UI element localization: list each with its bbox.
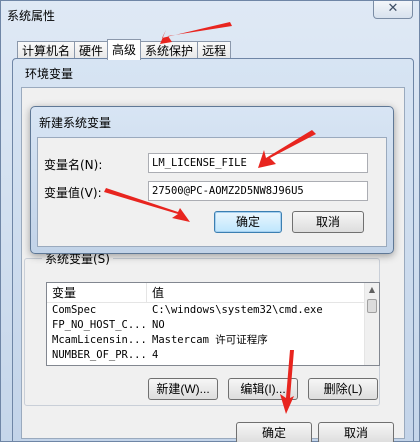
- row-name: FP_NO_HOST_C...: [52, 319, 147, 331]
- scroll-thumb[interactable]: [367, 299, 377, 313]
- new-variable-button[interactable]: 新建(W)...: [148, 378, 218, 400]
- system-properties-title: 系统属性: [7, 9, 56, 23]
- row-value: C:\windows\system32\cmd.exe: [152, 304, 323, 316]
- table-row[interactable]: FP_NO_HOST_C... NO: [47, 318, 379, 333]
- new-var-cancel-button[interactable]: 取消: [292, 211, 364, 233]
- system-variables-list[interactable]: 变量 值 ComSpec C:\windows\system32\cmd.exe…: [46, 282, 380, 366]
- table-row[interactable]: NUMBER_OF_PR... 4: [47, 348, 379, 363]
- row-name: NUMBER_OF_PR...: [52, 349, 147, 361]
- column-header-variable[interactable]: 变量: [47, 283, 147, 302]
- vertical-scrollbar[interactable]: ▲: [364, 283, 379, 365]
- close-button[interactable]: ✕: [373, 1, 413, 19]
- variable-name-input[interactable]: LM_LICENSE_FILE: [148, 153, 368, 173]
- row-value: NO: [152, 319, 165, 331]
- edit-variable-button[interactable]: 编辑(I)...: [228, 378, 298, 400]
- row-name: McamLicensin...: [52, 334, 147, 346]
- table-row[interactable]: ComSpec C:\windows\system32\cmd.exe: [47, 303, 379, 318]
- row-value: Mastercam 许可证程序: [152, 334, 268, 346]
- delete-variable-button[interactable]: 删除(L): [308, 378, 378, 400]
- tab-advanced[interactable]: 高级: [107, 39, 142, 60]
- variable-value-label: 变量值(V):: [44, 186, 102, 200]
- column-header-value[interactable]: 值: [147, 283, 164, 302]
- variable-value-input[interactable]: 27500@PC-AOMZ2D5NW8J96U5: [148, 181, 368, 201]
- env-ok-button[interactable]: 确定: [236, 422, 312, 442]
- scroll-up-icon[interactable]: ▲: [365, 283, 379, 297]
- table-row[interactable]: McamLicensin... Mastercam 许可证程序: [47, 333, 379, 348]
- tab-strip: 计算机名 硬件 高级 系统保护 远程: [17, 39, 232, 60]
- env-cancel-button[interactable]: 取消: [318, 422, 394, 442]
- new-system-variable-title: 新建系统变量: [39, 116, 112, 130]
- list-header: 变量 值: [47, 283, 379, 303]
- variable-name-label: 变量名(N):: [44, 158, 103, 172]
- environment-variables-title: 环境变量: [25, 67, 74, 81]
- new-var-ok-button[interactable]: 确定: [214, 211, 282, 233]
- row-value: 4: [152, 349, 159, 361]
- row-name: ComSpec: [52, 304, 97, 316]
